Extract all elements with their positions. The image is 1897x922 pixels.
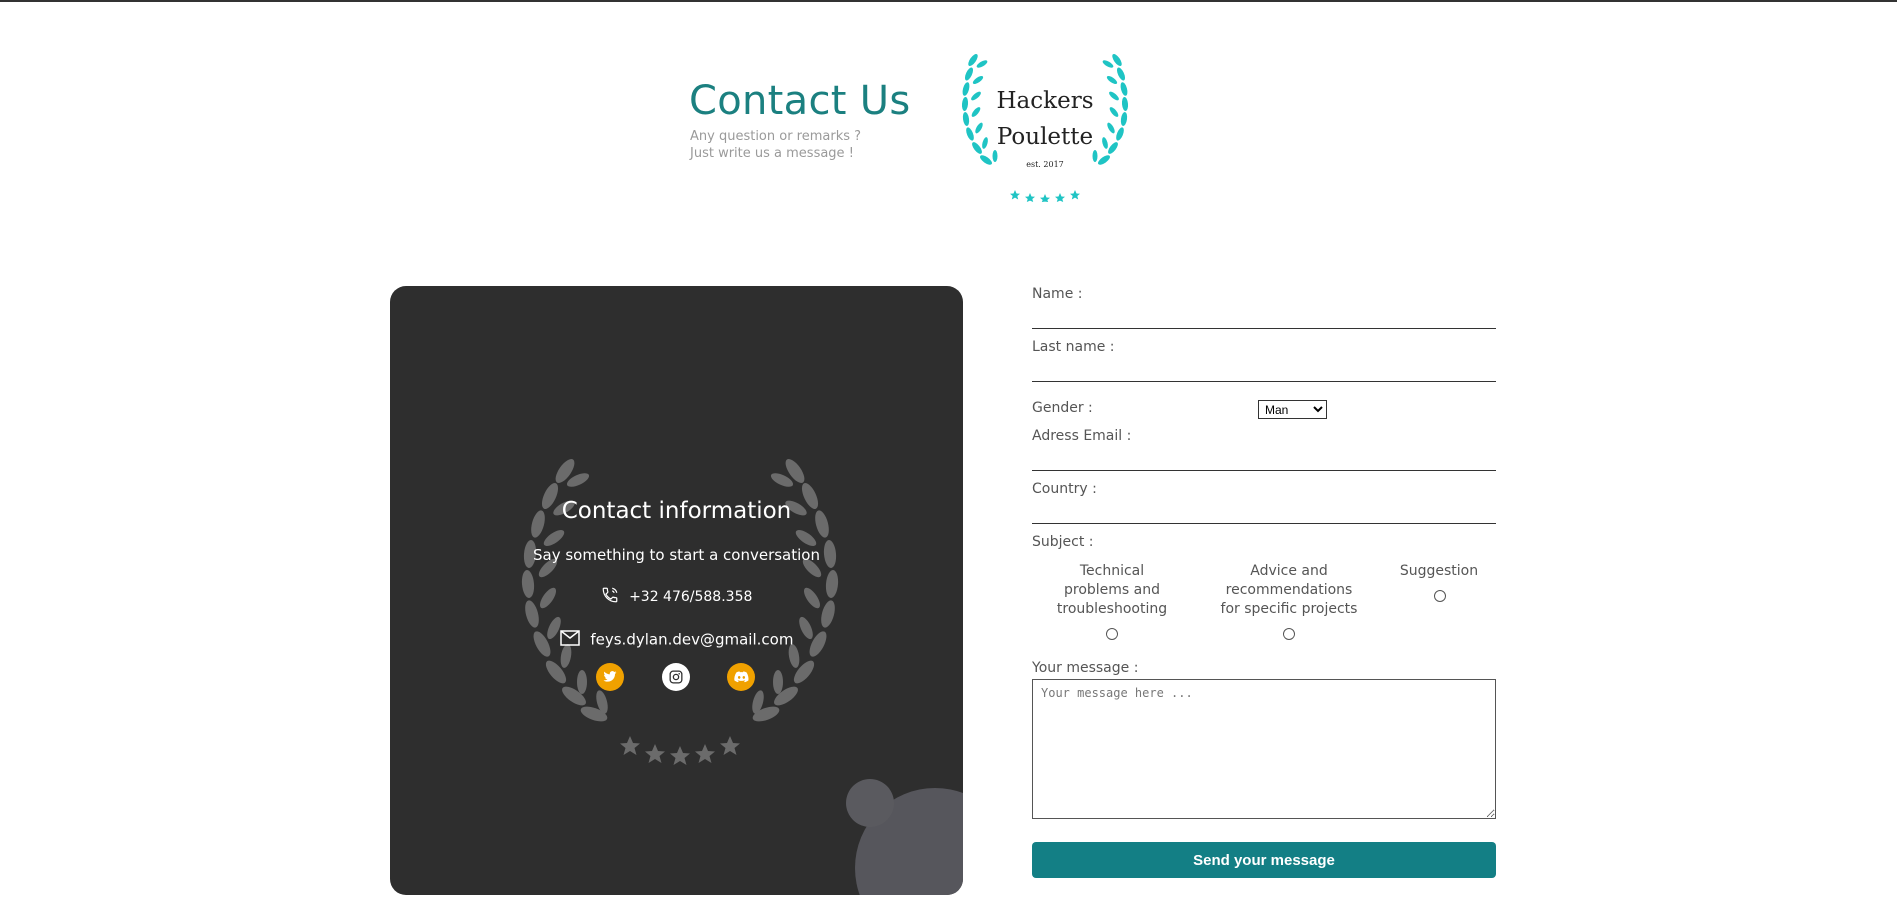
message-label: Your message : [1032, 660, 1139, 676]
page-subtitle: Any question or remarks ? Just write us … [690, 128, 861, 162]
name-field[interactable] [1032, 304, 1496, 329]
gender-label: Gender : [1032, 400, 1093, 416]
top-border [0, 0, 1897, 2]
page-title: Contact Us [689, 78, 911, 124]
subject-radio-technical[interactable] [1106, 628, 1118, 640]
lastname-label: Last name : [1032, 339, 1115, 355]
email-field[interactable] [1032, 446, 1496, 471]
logo-est: est. 2017 [1026, 160, 1064, 169]
phone-icon [601, 586, 619, 608]
subject-option-advice-label: Advice and recommendations for specific … [1220, 563, 1358, 617]
subject-label: Subject : [1032, 534, 1094, 550]
phone-row: +32 476/588.358 [390, 586, 963, 608]
email-label: Adress Email : [1032, 428, 1132, 444]
logo-line-1: Hackers [996, 88, 1094, 114]
laurel-wreath-icon [521, 459, 839, 765]
subject-radio-suggestion[interactable] [1434, 590, 1446, 602]
logo-line-2: Poulette [996, 124, 1094, 150]
name-label: Name : [1032, 286, 1083, 302]
subtitle-line-1: Any question or remarks ? [690, 129, 862, 144]
subtitle-line-2: Just write us a message ! [690, 146, 854, 161]
contact-info-card: Contact information Say something to sta… [390, 286, 963, 895]
country-field[interactable] [1032, 499, 1496, 524]
send-message-button[interactable]: Send your message [1032, 842, 1496, 878]
gender-select[interactable]: Man [1258, 400, 1327, 419]
contact-info-subtitle: Say something to start a conversation [533, 546, 820, 564]
email-row: feys.dylan.dev@gmail.com [390, 630, 963, 650]
lastname-field[interactable] [1032, 357, 1496, 382]
email-address[interactable]: feys.dylan.dev@gmail.com [590, 631, 793, 649]
subject-radio-advice[interactable] [1283, 628, 1295, 640]
country-label: Country : [1032, 481, 1097, 497]
message-textarea[interactable] [1032, 679, 1496, 819]
social-links [596, 663, 766, 693]
mail-icon [559, 630, 580, 650]
discord-icon[interactable] [727, 663, 755, 691]
subject-option-suggestion-label: Suggestion [1399, 563, 1479, 579]
instagram-icon[interactable] [662, 663, 690, 691]
phone-number: +32 476/588.358 [629, 589, 753, 605]
hackers-poulette-logo: Hackers Poulette est. 2017 [955, 52, 1135, 202]
decorative-circle-small [846, 779, 894, 827]
subject-option-technical-label: Technical problems and troubleshooting [1056, 563, 1168, 617]
twitter-icon[interactable] [596, 663, 624, 691]
contact-info-title: Contact information [561, 498, 792, 524]
